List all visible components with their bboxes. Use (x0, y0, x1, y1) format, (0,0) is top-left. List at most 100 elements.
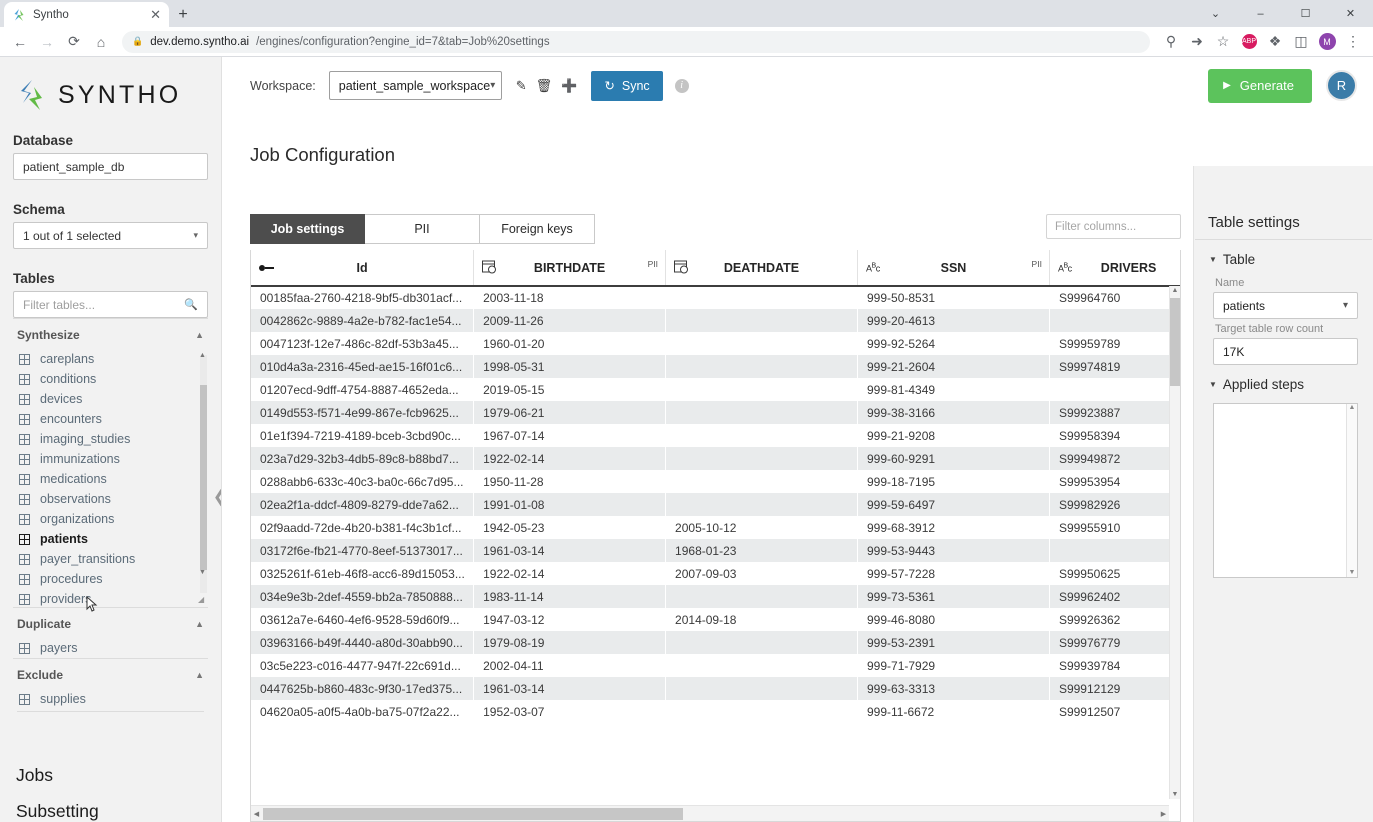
table-cell[interactable] (665, 700, 858, 723)
table-row[interactable]: 010d4a3a-2316-45ed-ae15-16f01c6... 1998-0… (251, 355, 1180, 378)
arrow-right-icon[interactable]: → (35, 30, 59, 54)
scroll-right-icon[interactable]: ▶ (1158, 810, 1169, 818)
applied-steps-list[interactable]: ▲ ▼ (1213, 403, 1358, 578)
sidebar-item-jobs[interactable]: Jobs (16, 750, 208, 786)
table-cell[interactable]: S99982926 (1049, 493, 1180, 516)
group-header-exclude[interactable]: Exclude ▲ (13, 658, 208, 689)
table-cell[interactable]: 999-53-9443 (857, 539, 1050, 562)
table-cell[interactable]: 999-50-8531 (857, 286, 1050, 309)
table-cell[interactable]: 999-71-7929 (857, 654, 1050, 677)
table-cell[interactable]: 03612a7e-6460-4ef6-9528-59d60f9... (251, 608, 474, 631)
table-row[interactable]: 034e9e3b-2def-4559-bb2a-7850888... 1983-1… (251, 585, 1180, 608)
table-cell[interactable]: S99955910 (1049, 516, 1180, 539)
table-item-supplies[interactable]: supplies (13, 689, 208, 709)
table-cell[interactable]: 04620a05-a0f5-4a0b-ba75-07f2a22... (251, 700, 474, 723)
table-cell[interactable]: 999-92-5264 (857, 332, 1050, 355)
table-cell[interactable] (665, 585, 858, 608)
scroll-up-icon[interactable]: ▲ (198, 351, 207, 360)
filter-columns-field[interactable]: 🔍 (1046, 214, 1228, 239)
table-item-immunizations[interactable]: immunizations (13, 449, 208, 469)
scroll-down-icon[interactable]: ▼ (1170, 791, 1180, 798)
table-cell[interactable] (665, 355, 858, 378)
table-name-select[interactable]: patients ▾ (1213, 292, 1358, 319)
table-cell[interactable]: 023a7d29-32b3-4db5-89c8-b88bd7... (251, 447, 474, 470)
resize-grip-icon[interactable]: ◢ (198, 595, 208, 605)
column-header-deathdate[interactable]: DEATHDATE (665, 250, 858, 287)
table-cell[interactable]: S99976779 (1049, 631, 1180, 654)
table-cell[interactable]: 999-59-6497 (857, 493, 1050, 516)
three-dot-menu-icon[interactable]: ⋮ (1341, 30, 1365, 54)
table-cell[interactable]: 999-21-9208 (857, 424, 1050, 447)
table-cell[interactable] (1049, 539, 1180, 562)
scroll-down-icon[interactable]: ▼ (198, 568, 207, 577)
table-cell[interactable] (665, 447, 858, 470)
table-item-encounters[interactable]: encounters (13, 409, 208, 429)
scroll-up-icon[interactable]: ▲ (1170, 287, 1180, 294)
key-icon[interactable]: ⚲ (1159, 30, 1183, 54)
sidebar-item-subsetting[interactable]: Subsetting (16, 786, 208, 822)
table-cell[interactable]: 0288abb6-633c-40c3-ba0c-66c7d95... (251, 470, 474, 493)
table-cell[interactable]: 01e1f394-7219-4189-bceb-3cbd90c... (251, 424, 474, 447)
table-cell[interactable]: 1968-01-23 (665, 539, 858, 562)
table-cell[interactable]: 03963166-b49f-4440-a80d-30abb90... (251, 631, 474, 654)
table-cell[interactable]: 999-63-3313 (857, 677, 1050, 700)
table-cell[interactable]: 1950-11-28 (473, 470, 666, 493)
table-row[interactable]: 0447625b-b860-483c-9f30-17ed375... 1961-0… (251, 677, 1180, 700)
filter-columns-input[interactable] (1055, 220, 1209, 233)
schema-select[interactable]: 1 out of 1 selected ▾ (13, 222, 208, 249)
table-cell[interactable]: 999-68-3912 (857, 516, 1050, 539)
table-cell[interactable]: 999-81-4349 (857, 378, 1050, 401)
table-cell[interactable]: 2007-09-03 (665, 562, 858, 585)
table-cell[interactable]: 03172f6e-fb21-4770-8eef-51373017... (251, 539, 474, 562)
tab-pii[interactable]: PII (365, 214, 480, 244)
profile-avatar[interactable]: M (1315, 30, 1339, 54)
table-cell[interactable] (665, 286, 858, 309)
table-cell[interactable] (665, 631, 858, 654)
browser-tab[interactable]: Syntho ✕ (4, 2, 169, 27)
table-cell[interactable]: 999-11-6672 (857, 700, 1050, 723)
window-close-button[interactable]: ✕ (1328, 0, 1373, 27)
table-cell[interactable]: 2014-09-18 (665, 608, 858, 631)
trash-icon[interactable]: 🗑 (536, 79, 553, 92)
table-cell[interactable]: 1947-03-12 (473, 608, 666, 631)
table-item-providers[interactable]: providers (13, 589, 208, 607)
table-cell[interactable]: S99926362 (1049, 608, 1180, 631)
table-cell[interactable]: S99953954 (1049, 470, 1180, 493)
tables-scrollbar[interactable]: ▲ ▼ (198, 352, 207, 593)
table-cell[interactable]: 2003-11-18 (473, 286, 666, 309)
table-item-conditions[interactable]: conditions (13, 369, 208, 389)
table-cell[interactable]: 034e9e3b-2def-4559-bb2a-7850888... (251, 585, 474, 608)
table-cell[interactable]: 01207ecd-9dff-4754-8887-4652eda... (251, 378, 474, 401)
table-item-payers[interactable]: payers (13, 638, 208, 658)
column-header-id[interactable]: Id (251, 250, 475, 287)
row-count-input[interactable]: 17K (1213, 338, 1358, 365)
applied-steps-scrollbar[interactable]: ▲ ▼ (1346, 404, 1357, 577)
table-cell[interactable]: S99912507 (1049, 700, 1180, 723)
table-cell[interactable]: 2019-05-15 (473, 378, 666, 401)
table-cell[interactable]: 0042862c-9889-4a2e-b782-fac1e54... (251, 309, 474, 332)
table-cell[interactable]: 1979-08-19 (473, 631, 666, 654)
column-header-ssn[interactable]: ABc SSN PII (857, 250, 1050, 287)
chevron-down-icon[interactable]: ⌄ (1193, 0, 1238, 27)
table-cell[interactable]: 00185faa-2760-4218-9bf5-db301acf... (251, 286, 474, 309)
table-cell[interactable] (665, 470, 858, 493)
table-item-medications[interactable]: medications (13, 469, 208, 489)
table-row[interactable]: 03c5e223-c016-4477-947f-22c691d... 2002-0… (251, 654, 1180, 677)
table-item-procedures[interactable]: procedures (13, 569, 208, 589)
scroll-down-icon[interactable]: ▼ (1347, 569, 1357, 576)
sidebar-collapse-handle[interactable]: ❮ (213, 487, 221, 507)
table-cell[interactable]: 1922-02-14 (473, 562, 666, 585)
sync-button[interactable]: ↻ Sync (591, 70, 663, 101)
table-filter-field[interactable]: 🔍 (13, 291, 208, 318)
table-row[interactable]: 02f9aadd-72de-4b20-b381-f4c3b1cf... 1942-… (251, 516, 1180, 539)
table-row[interactable]: 03963166-b49f-4440-a80d-30abb90... 1979-0… (251, 631, 1180, 654)
table-cell[interactable] (665, 493, 858, 516)
workspace-select[interactable]: patient_sample_workspace ▾ (328, 71, 502, 100)
table-item-imaging-studies[interactable]: imaging_studies (13, 429, 208, 449)
table-cell[interactable]: 010d4a3a-2316-45ed-ae15-16f01c6... (251, 355, 474, 378)
table-cell[interactable]: 0325261f-61eb-46f8-acc6-89d15053... (251, 562, 474, 585)
grid-horizontal-scrollbar[interactable]: ◀ ▶ (251, 805, 1169, 821)
table-cell[interactable]: 1922-02-14 (473, 447, 666, 470)
table-cell[interactable]: S99958394 (1049, 424, 1180, 447)
group-header-duplicate[interactable]: Duplicate ▲ (13, 607, 208, 638)
